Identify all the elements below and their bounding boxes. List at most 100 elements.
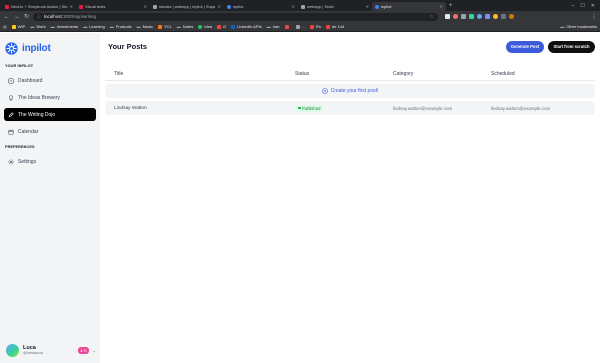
sidebar-item-dashboard[interactable]: Dashboard xyxy=(4,74,96,87)
folder-icon: ▬ xyxy=(176,24,181,29)
extension-icon[interactable] xyxy=(469,14,474,19)
extension-icon[interactable] xyxy=(485,14,490,19)
create-first-post-label: Create your first post! xyxy=(330,88,379,94)
post-status: Published xyxy=(295,104,393,112)
start-from-scratch-button[interactable]: Start from scratch xyxy=(548,40,595,53)
close-icon[interactable]: ✕ xyxy=(366,4,369,9)
bookmark-item[interactable]: G xyxy=(217,24,226,29)
bookmark-label: Other bookmarks xyxy=(566,24,597,29)
bookmark-label: de 144 xyxy=(332,24,345,29)
bookmark-folder[interactable]: ▬ Learning xyxy=(83,24,105,29)
close-icon[interactable]: ✕ xyxy=(218,4,221,9)
bookmark-item[interactable]: Idea xyxy=(198,24,212,29)
browser-menu-icon[interactable]: ⋮ xyxy=(591,13,597,20)
maximize-icon[interactable]: ☐ xyxy=(580,3,584,9)
bookmark-item[interactable]: Ro xyxy=(309,24,321,29)
bookmark-label: G xyxy=(223,24,227,29)
close-icon[interactable]: ✕ xyxy=(440,4,443,9)
tab-title: Visual tests xyxy=(85,4,106,9)
bookmark-item[interactable]: ... xyxy=(295,24,305,29)
table-row[interactable]: Lindsay Walton Published lindsay.walton@… xyxy=(105,101,595,115)
bookmark-folder[interactable]: ▬ Products xyxy=(110,24,132,29)
column-header-category[interactable]: Category xyxy=(393,71,491,77)
inpilot-logo-icon xyxy=(5,42,18,55)
extension-icon[interactable] xyxy=(477,14,482,19)
puzzle-icon[interactable] xyxy=(501,14,506,19)
user-menu[interactable]: Luca @lrestaccia 1 © ⌄ xyxy=(6,343,96,357)
sidebar-divider xyxy=(3,156,48,159)
folder-icon: ▬ xyxy=(560,24,565,29)
extension-icon[interactable] xyxy=(445,14,450,19)
bookmark-folder[interactable]: ▬ Work xyxy=(30,24,45,29)
bookmark-item[interactable] xyxy=(284,24,291,29)
chevron-down-icon[interactable]: ⌄ xyxy=(93,348,96,353)
forward-icon[interactable]: → xyxy=(13,14,20,20)
bookmark-favicon xyxy=(11,24,16,29)
address-bar[interactable]: ⓘ localhost:3000/app/writing ☆ xyxy=(33,12,438,21)
bookmark-folder[interactable]: ▬ Music xyxy=(137,24,153,29)
bookmark-favicon xyxy=(309,24,314,29)
bookmark-folder[interactable]: ▬ Notes xyxy=(177,24,193,29)
profile-avatar[interactable] xyxy=(509,14,514,19)
sidebar-item-ideas-brewery[interactable]: The Ideas Brewery xyxy=(4,91,96,104)
info-icon[interactable]: ⓘ xyxy=(37,14,41,20)
tab-title: webapp | Tedio xyxy=(307,4,334,9)
browser-tab-active[interactable]: inpilot ✕ xyxy=(372,2,446,11)
bookmark-favicon xyxy=(326,24,331,29)
folder-icon: ▬ xyxy=(136,24,141,29)
generate-post-button[interactable]: Generate Post xyxy=(506,40,544,53)
bookmark-favicon xyxy=(198,24,203,29)
tab-favicon xyxy=(153,4,157,9)
bookmark-folder[interactable]: ▬ Iran xyxy=(267,24,280,29)
bookmark-favicon xyxy=(295,24,300,29)
pen-icon xyxy=(8,111,14,117)
bookmarks-bar: ▦ WIP ▬ Work ▬ Investments ▬ Learning ▬ Prod… xyxy=(0,22,600,32)
back-icon[interactable]: ← xyxy=(3,14,10,20)
folder-icon: ▬ xyxy=(50,24,55,29)
close-window-icon[interactable]: ✕ xyxy=(591,3,595,9)
minimize-icon[interactable]: – xyxy=(572,3,575,9)
tab-favicon xyxy=(301,4,305,9)
extension-icon[interactable] xyxy=(493,14,498,19)
sidebar-item-label: Settings xyxy=(18,158,37,165)
browser-tab[interactable]: Visual tests ✕ xyxy=(76,2,150,11)
close-icon[interactable]: ✕ xyxy=(70,4,73,9)
close-icon[interactable]: ✕ xyxy=(292,4,295,9)
extension-icon[interactable] xyxy=(453,14,458,19)
bookmark-item[interactable]: WIP xyxy=(11,24,25,29)
bookmark-item[interactable]: YCL xyxy=(158,24,172,29)
status-label: Published xyxy=(302,105,321,111)
tab-favicon xyxy=(79,4,83,9)
column-header-title[interactable]: Title xyxy=(105,71,295,77)
sidebar-item-calendar[interactable]: Calendar xyxy=(4,125,96,138)
sidebar-item-label: Dashboard xyxy=(18,77,43,84)
gear-icon xyxy=(8,159,14,164)
bookmark-apps[interactable]: ▦ xyxy=(3,24,7,29)
create-first-post-row[interactable]: Create your first post! xyxy=(105,84,595,98)
column-header-scheduled[interactable]: Scheduled xyxy=(491,71,595,77)
close-icon[interactable]: ✕ xyxy=(144,4,147,9)
bookmark-folder[interactable]: ▬ Investments xyxy=(51,24,79,29)
browser-tab[interactable]: NextJs + Storybook Addon | Sto ✕ xyxy=(2,2,76,11)
status-dot-icon xyxy=(298,106,301,110)
sidebar-item-writing-dojo[interactable]: The Writing Dojo xyxy=(4,108,96,121)
tab-title: NextJs + Storybook Addon | Sto xyxy=(11,4,68,9)
other-bookmarks[interactable]: ▬ Other bookmarks xyxy=(560,24,597,29)
page-header: Your Posts Generate Post Start from scra… xyxy=(108,40,595,53)
brand[interactable]: inpilot xyxy=(0,33,100,58)
bookmark-favicon xyxy=(284,24,289,29)
browser-tab[interactable]: inpilot ✕ xyxy=(224,2,298,11)
browser-tab[interactable]: slmake | webapp | inpilot | Supa ✕ xyxy=(150,2,224,11)
bookmark-item[interactable]: de 144 xyxy=(326,24,344,29)
bookmark-item[interactable]: LinkedIn APIs xyxy=(231,24,262,29)
sidebar-nav: Dashboard The Ideas Brewery The Writing … xyxy=(0,74,100,138)
sidebar-item-label: The Writing Dojo xyxy=(18,111,56,118)
bookmark-label: Products xyxy=(115,24,132,29)
column-header-status[interactable]: Status xyxy=(295,71,393,77)
browser-tab[interactable]: webapp | Tedio ✕ xyxy=(298,2,372,11)
reload-icon[interactable]: ↻ xyxy=(23,13,30,20)
bookmark-star-icon[interactable]: ☆ xyxy=(430,14,434,20)
extension-icon[interactable] xyxy=(461,14,466,19)
new-tab-button[interactable]: + xyxy=(446,2,456,11)
folder-icon: ▬ xyxy=(83,24,88,29)
